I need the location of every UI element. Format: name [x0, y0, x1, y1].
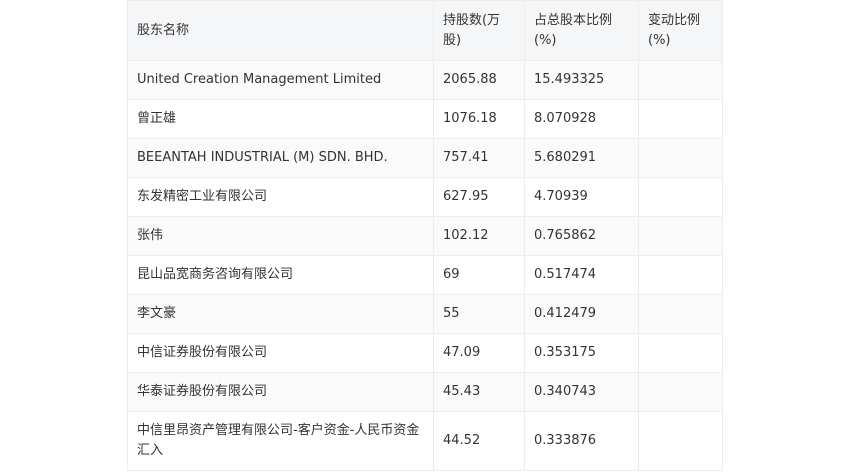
cell-name: 昆山品宽商务咨询有限公司 [127, 255, 434, 295]
cell-name: 中信证券股份有限公司 [127, 333, 434, 373]
header-shares: 持股数(万股) [433, 0, 525, 61]
cell-change [638, 411, 723, 471]
cell-ratio: 0.333876 [524, 411, 639, 471]
cell-change [638, 333, 723, 373]
shareholder-table-container: 股东名称 持股数(万股) 占总股本比例(%) 变动比例(%) United Cr… [127, 0, 723, 471]
cell-change [638, 255, 723, 295]
cell-shares: 55 [433, 294, 525, 334]
shareholder-table: 股东名称 持股数(万股) 占总股本比例(%) 变动比例(%) United Cr… [127, 0, 723, 471]
cell-name: United Creation Management Limited [127, 60, 434, 100]
table-row: 昆山品宽商务咨询有限公司 69 0.517474 [127, 255, 723, 295]
cell-ratio: 8.070928 [524, 99, 639, 139]
cell-name: 东发精密工业有限公司 [127, 177, 434, 217]
table-header-row: 股东名称 持股数(万股) 占总股本比例(%) 变动比例(%) [127, 0, 723, 61]
cell-ratio: 0.340743 [524, 372, 639, 412]
cell-shares: 69 [433, 255, 525, 295]
table-row: United Creation Management Limited 2065.… [127, 60, 723, 100]
cell-change [638, 138, 723, 178]
cell-name: 中信里昂资产管理有限公司-客户资金-人民币资金汇入 [127, 411, 434, 471]
cell-shares: 2065.88 [433, 60, 525, 100]
cell-name: BEEANTAH INDUSTRIAL (M) SDN. BHD. [127, 138, 434, 178]
table-row: 东发精密工业有限公司 627.95 4.70939 [127, 177, 723, 217]
cell-ratio: 15.493325 [524, 60, 639, 100]
cell-name: 李文豪 [127, 294, 434, 334]
cell-shares: 102.12 [433, 216, 525, 256]
cell-shares: 45.43 [433, 372, 525, 412]
cell-ratio: 4.70939 [524, 177, 639, 217]
header-ratio: 占总股本比例(%) [524, 0, 639, 61]
cell-shares: 1076.18 [433, 99, 525, 139]
cell-shares: 44.52 [433, 411, 525, 471]
table-row: BEEANTAH INDUSTRIAL (M) SDN. BHD. 757.41… [127, 138, 723, 178]
cell-change [638, 60, 723, 100]
cell-shares: 757.41 [433, 138, 525, 178]
cell-name: 张伟 [127, 216, 434, 256]
cell-ratio: 0.765862 [524, 216, 639, 256]
header-change: 变动比例(%) [638, 0, 723, 61]
cell-ratio: 0.353175 [524, 333, 639, 373]
cell-shares: 627.95 [433, 177, 525, 217]
cell-name: 曾正雄 [127, 99, 434, 139]
cell-ratio: 5.680291 [524, 138, 639, 178]
cell-ratio: 0.412479 [524, 294, 639, 334]
table-row: 张伟 102.12 0.765862 [127, 216, 723, 256]
cell-change [638, 294, 723, 334]
header-shareholder-name: 股东名称 [127, 0, 434, 61]
cell-ratio: 0.517474 [524, 255, 639, 295]
table-row: 曾正雄 1076.18 8.070928 [127, 99, 723, 139]
cell-change [638, 177, 723, 217]
cell-change [638, 216, 723, 256]
cell-shares: 47.09 [433, 333, 525, 373]
table-row: 李文豪 55 0.412479 [127, 294, 723, 334]
table-row: 中信证券股份有限公司 47.09 0.353175 [127, 333, 723, 373]
table-row: 中信里昂资产管理有限公司-客户资金-人民币资金汇入 44.52 0.333876 [127, 411, 723, 471]
cell-name: 华泰证券股份有限公司 [127, 372, 434, 412]
cell-change [638, 99, 723, 139]
table-row: 华泰证券股份有限公司 45.43 0.340743 [127, 372, 723, 412]
cell-change [638, 372, 723, 412]
